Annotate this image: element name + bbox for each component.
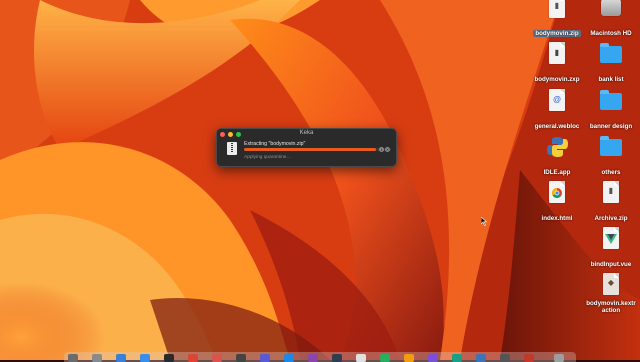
webloc-icon: @ [546, 89, 568, 113]
desktop-icon-idle-app[interactable]: IDLE.app [529, 135, 585, 179]
dock-app-icon[interactable] [236, 354, 246, 362]
desktop-icon-label: banner design [589, 123, 633, 130]
extraction-message: Extracting "bodymovin.zip" [244, 141, 306, 147]
window-title: Keka [299, 130, 314, 136]
desktop-icon-label: bodymovin.kextraction [586, 299, 636, 314]
progress-fill [244, 148, 377, 151]
desktop-icon-macintosh-hd[interactable]: Macintosh HD [583, 0, 639, 40]
keka-extraction-icon: ◆ [600, 273, 622, 297]
dock-mail-icon[interactable] [140, 354, 150, 362]
pause-button[interactable]: ‖ [379, 147, 384, 152]
dock-app-icon[interactable] [476, 354, 486, 362]
dock-app-icon[interactable] [284, 354, 294, 362]
dock-app-icon[interactable] [212, 354, 222, 362]
zip-archive-icon: ▮ [546, 0, 568, 20]
status-text: Applying quarantine… [244, 155, 292, 160]
desktop-icon-bank-list[interactable]: bank list [583, 42, 639, 86]
dock-app-icon[interactable] [524, 354, 534, 362]
dock-chrome-icon[interactable] [188, 354, 198, 362]
python-icon [546, 135, 568, 159]
desktop-icon-bindinput-vue[interactable]: bindInput.vue [583, 227, 639, 271]
dock-terminal-icon[interactable] [164, 354, 174, 362]
desktop-icon-label: Archive.zip [594, 215, 628, 222]
desktop-icon-archive-zip[interactable]: ▮ Archive.zip [583, 181, 639, 225]
desktop-icon-bodymovin-zip[interactable]: ▮ bodymovin.zip [529, 0, 585, 40]
dock-app-icon[interactable] [356, 354, 366, 362]
desktop-icon-general-webloc[interactable]: @ general.webloc [529, 89, 585, 133]
dock-finder-icon[interactable] [68, 354, 78, 362]
zip-archive-icon [227, 142, 237, 155]
desktop-icon-label: index.html [541, 215, 573, 222]
desktop-icon-label: others [601, 169, 621, 176]
desktop-icon-label: general.webloc [534, 123, 580, 130]
desktop-icon-label: bodymovin.zxp [534, 76, 580, 83]
dock-app-icon[interactable] [332, 354, 342, 362]
desktop-icon-bodymovin-kextraction[interactable]: ◆ bodymovin.kextraction [583, 273, 639, 317]
dock-app-icon[interactable] [260, 354, 270, 362]
dock-app-icon[interactable] [404, 354, 414, 362]
vue-document-icon [600, 227, 622, 251]
desktop-icon-index-html[interactable]: index.html [529, 181, 585, 225]
dock-app-icon[interactable] [500, 354, 510, 362]
dock-trash-icon[interactable] [554, 354, 564, 362]
desktop-icon-label: IDLE.app [543, 169, 571, 176]
desktop-icon-label: bindInput.vue [590, 261, 632, 268]
dock [64, 352, 576, 362]
progress-bar [244, 148, 391, 151]
desktop-icon-banner-design[interactable]: banner design [583, 89, 639, 133]
dock-app-icon[interactable] [428, 354, 438, 362]
stop-icon[interactable]: ✕ [385, 147, 390, 152]
keka-window: Keka Extracting "bodymovin.zip" Applying… [216, 128, 397, 167]
zip-archive-icon: ▮ [600, 181, 622, 205]
desktop-icon-label: Macintosh HD [590, 30, 632, 37]
hard-drive-icon [600, 0, 622, 20]
desktop-icon-label: bank list [598, 76, 624, 83]
dock-app-icon[interactable] [308, 354, 318, 362]
dock-app-icon[interactable] [452, 354, 462, 362]
dock-launchpad-icon[interactable] [92, 354, 102, 362]
chrome-document-icon [546, 181, 568, 205]
mouse-cursor-icon [481, 217, 487, 226]
dock-app-icon[interactable] [380, 354, 390, 362]
folder-icon [600, 42, 622, 66]
dock-safari-icon[interactable] [116, 354, 126, 362]
desktop-icon-others[interactable]: others [583, 135, 639, 179]
folder-icon [600, 135, 622, 159]
desktop-icon-bodymovin-zxp[interactable]: ▮ bodymovin.zxp [529, 42, 585, 86]
folder-icon [600, 89, 622, 113]
document-icon: ▮ [546, 42, 568, 66]
desktop-icon-label: bodymovin.zip [533, 30, 581, 38]
